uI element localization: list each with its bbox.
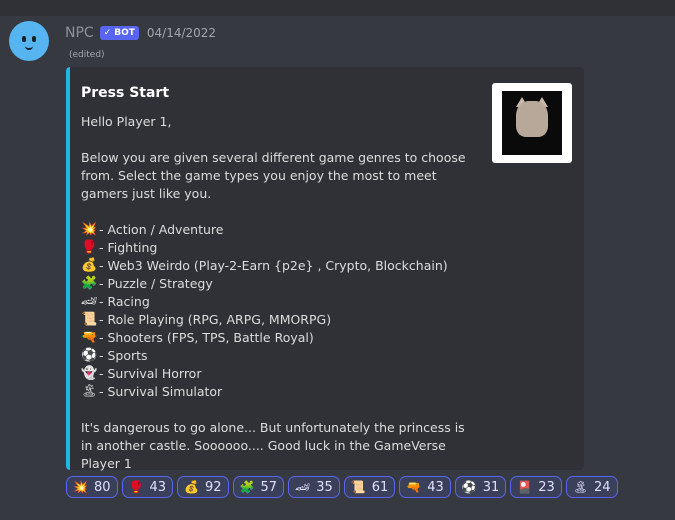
genre-label: - Survival Horror — [99, 366, 202, 381]
username[interactable]: NPC — [65, 25, 94, 41]
reaction-emoji-icon: 🎴 — [517, 480, 533, 494]
genre-emoji-icon: 🥊 — [81, 240, 98, 255]
reaction-emoji-icon: 📜 — [350, 480, 366, 494]
reaction-button[interactable]: 💰 92 — [177, 476, 229, 498]
embed-thumbnail[interactable] — [492, 83, 572, 163]
genre-item: 💰 - Web3 Weirdo (Play-2-Earn {p2e} , Cryp… — [81, 257, 476, 275]
embed-body: Hello Player 1, Below you are given seve… — [81, 113, 476, 473]
reaction-button[interactable]: 🧩 57 — [232, 476, 284, 498]
genre-emoji-icon: ⚽ — [81, 348, 98, 363]
genre-emoji-icon: 🏎 — [81, 294, 98, 309]
genre-label: - Shooters (FPS, TPS, Battle Royal) — [99, 330, 314, 345]
genre-label: - Puzzle / Strategy — [99, 276, 213, 291]
reaction-count: 24 — [594, 479, 611, 495]
reaction-bar: 💥 80 🥊 43 💰 92 🧩 57 🏎 35 📜 61 🔫 43 ⚽ 31 🎴 23 🏝 24 — [66, 476, 618, 498]
avatar[interactable] — [9, 21, 49, 61]
reaction-emoji-icon: 🧩 — [239, 480, 255, 494]
bot-tag: ✓ BOT — [99, 26, 139, 40]
genre-item: 🏝 - Survival Simulator — [81, 383, 476, 401]
reaction-button[interactable]: 🏝 24 — [565, 476, 618, 498]
avatar-eye — [32, 36, 36, 42]
genre-item: 👻 - Survival Horror — [81, 365, 476, 383]
edited-label: (edited) — [69, 50, 105, 60]
genre-label: - Action / Adventure — [99, 222, 224, 237]
reaction-count: 92 — [204, 479, 222, 495]
reaction-emoji-icon: ⚽ — [461, 480, 477, 494]
reaction-button[interactable]: 🎴 23 — [510, 476, 562, 498]
timestamp: 04/14/2022 — [146, 26, 217, 40]
message-header: NPC ✓ BOT 04/14/2022 — [65, 24, 216, 42]
reaction-emoji-icon: 🥊 — [128, 480, 144, 494]
genre-list: 💥 - Action / Adventure 🥊 - Fighting 💰 - Web3 … — [81, 221, 476, 401]
embed-greeting: Hello Player 1, — [81, 114, 172, 129]
genre-emoji-icon: 👻 — [81, 366, 98, 381]
reaction-button[interactable]: 🔫 43 — [399, 476, 451, 498]
genre-emoji-icon: 💰 — [81, 258, 98, 273]
reaction-count: 43 — [427, 479, 444, 495]
genre-emoji-icon: 💥 — [81, 222, 98, 237]
genre-label: - Sports — [99, 348, 148, 363]
reaction-count: 61 — [371, 479, 389, 495]
reaction-button[interactable]: 🏎 35 — [288, 476, 340, 498]
genre-item: 🏎 - Racing — [81, 293, 476, 311]
genre-item: 📜 - Role Playing (RPG, ARPG, MMORPG) — [81, 311, 476, 329]
checkmark-icon: ✓ — [103, 28, 112, 38]
reaction-emoji-icon: 💥 — [73, 480, 88, 494]
genre-item: 💥 - Action / Adventure — [81, 221, 476, 239]
reaction-count: 80 — [93, 479, 111, 495]
genre-item: 🔫 - Shooters (FPS, TPS, Battle Royal) — [81, 329, 476, 347]
embed-intro: Below you are given several different ga… — [81, 150, 466, 201]
genre-item: ⚽ - Sports — [81, 347, 476, 365]
embed-title: Press Start — [81, 85, 170, 101]
reaction-emoji-icon: 🏝 — [572, 480, 589, 494]
genre-item: 🥊 - Fighting — [81, 239, 476, 257]
reaction-count: 23 — [538, 479, 555, 495]
reaction-button[interactable]: 📜 61 — [343, 476, 396, 498]
genre-label: - Role Playing (RPG, ARPG, MMORPG) — [99, 312, 332, 327]
reaction-count: 57 — [260, 479, 277, 495]
genre-emoji-icon: 🏝 — [81, 384, 98, 399]
genre-emoji-icon: 🔫 — [81, 330, 98, 345]
genre-emoji-icon: 🧩 — [81, 276, 98, 291]
reaction-button[interactable]: 🥊 43 — [121, 476, 173, 498]
genre-emoji-icon: 📜 — [81, 312, 98, 327]
reaction-button[interactable]: 💥 80 — [66, 476, 118, 498]
genre-label: - Racing — [99, 294, 150, 309]
embed: Press Start Hello Player 1, Below you ar… — [66, 67, 584, 473]
reaction-button[interactable]: ⚽ 31 — [454, 476, 507, 498]
genre-label: - Survival Simulator — [99, 384, 223, 399]
genre-label: - Fighting — [99, 240, 158, 255]
reaction-count: 43 — [149, 479, 166, 495]
reaction-count: 31 — [482, 479, 500, 495]
reaction-emoji-icon: 🔫 — [406, 480, 422, 494]
top-strip — [0, 0, 675, 16]
thumbnail-image — [502, 91, 562, 155]
avatar-eye — [22, 36, 26, 42]
reaction-emoji-icon: 🏎 — [295, 480, 311, 494]
avatar-mouth — [25, 44, 33, 50]
genre-item: 🧩 - Puzzle / Strategy — [81, 275, 476, 293]
reaction-emoji-icon: 💰 — [184, 480, 199, 494]
reaction-count: 35 — [316, 479, 333, 495]
embed-outro: It's dangerous to go alone... But unfort… — [81, 420, 465, 471]
genre-label: - Web3 Weirdo (Play-2-Earn {p2e} , Crypt… — [99, 258, 448, 273]
bot-tag-label: BOT — [114, 28, 135, 38]
cat-image — [516, 101, 548, 137]
